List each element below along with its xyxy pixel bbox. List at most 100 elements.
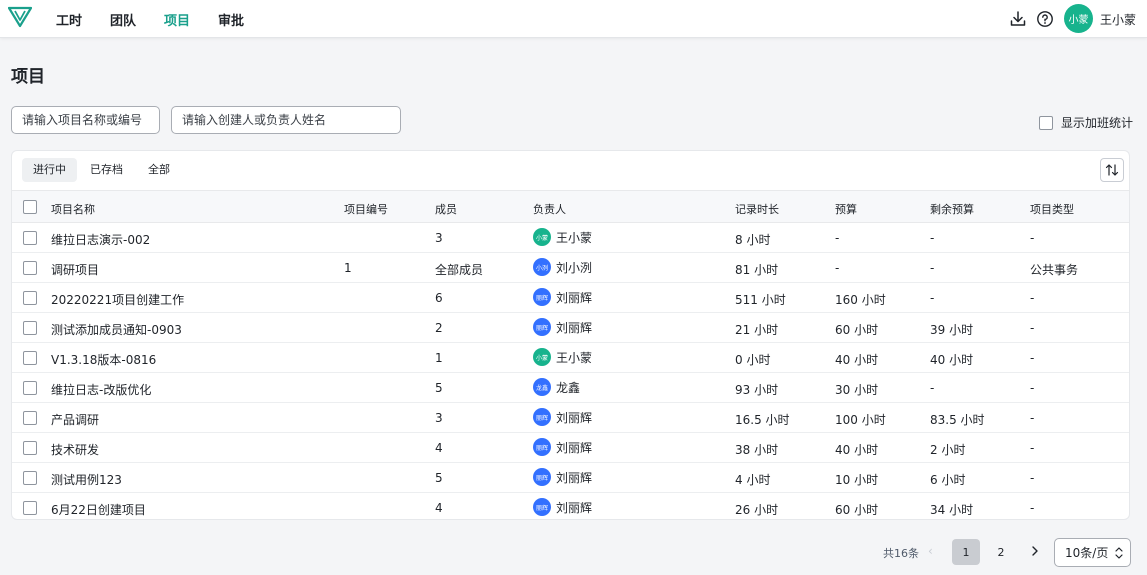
row-checkbox[interactable] — [23, 231, 37, 245]
sort-button[interactable] — [1100, 158, 1124, 182]
user-avatar[interactable]: 小蒙 — [1064, 4, 1093, 33]
table-row[interactable]: V1.3.18版本-0816 1 0 小时 40 小时 40 小时 - 小蒙 王小蒙 — [12, 343, 1129, 373]
page-button-1[interactable]: 1 — [952, 539, 980, 565]
next-page-icon[interactable] — [1028, 542, 1042, 560]
person-search-input[interactable] — [171, 106, 401, 134]
owner-name: 刘丽辉 — [556, 320, 593, 335]
cell-project-name[interactable]: 测试添加成员通知-0903 — [51, 321, 182, 338]
row-checkbox[interactable] — [23, 351, 37, 365]
overtime-checkbox[interactable] — [1039, 115, 1053, 130]
cell-project-name[interactable]: 20220221项目创建工作 — [51, 291, 184, 308]
page-size-value: 10条/页 — [1065, 546, 1109, 560]
cell-owner: 小蒙 王小蒙 — [533, 228, 592, 246]
cell-budget: 40 小时 — [835, 353, 879, 367]
header-members[interactable]: 成员 — [435, 201, 457, 217]
nav-item-projects[interactable]: 项目 — [164, 10, 190, 29]
project-search-input[interactable] — [11, 106, 160, 134]
help-icon[interactable] — [1036, 10, 1054, 28]
table-row[interactable]: 维拉日志-改版优化 5 93 小时 30 小时 - - 龙鑫 龙鑫 — [12, 373, 1129, 403]
table-row[interactable]: 测试添加成员通知-0903 2 21 小时 60 小时 39 小时 - 丽辉 刘丽辉 — [12, 313, 1129, 343]
cell-budget: 10 小时 — [835, 473, 879, 487]
cell-recorded-hours: 26 小时 — [735, 503, 779, 517]
owner-avatar: 丽辉 — [533, 288, 551, 306]
table-row[interactable]: 20220221项目创建工作 6 511 小时 160 小时 - - 丽辉 刘丽辉 — [12, 283, 1129, 313]
owner-avatar: 丽辉 — [533, 438, 551, 456]
cell-recorded-hours: 38 小时 — [735, 443, 779, 457]
table-row[interactable]: 6月22日创建项目 4 26 小时 60 小时 34 小时 - 丽辉 刘丽辉 — [12, 493, 1129, 519]
cell-project-code: 1 — [344, 261, 352, 275]
page-button-2[interactable]: 2 — [987, 539, 1015, 565]
owner-avatar: 丽辉 — [533, 468, 551, 486]
cell-project-type: - — [1030, 441, 1035, 455]
download-icon[interactable] — [1009, 10, 1027, 28]
overtime-label: 显示加班统计 — [1061, 116, 1134, 130]
cell-remaining-budget: 6 小时 — [930, 473, 966, 487]
cell-owner: 丽辉 刘丽辉 — [533, 498, 592, 516]
row-checkbox[interactable] — [23, 471, 37, 485]
row-checkbox[interactable] — [23, 321, 37, 335]
cell-members: 4 — [435, 441, 443, 455]
cell-members: 1 — [435, 351, 443, 365]
table-row[interactable]: 技术研发 4 38 小时 40 小时 2 小时 - 丽辉 刘丽辉 — [12, 433, 1129, 463]
page-size-select[interactable]: 10条/页 — [1054, 538, 1131, 567]
header-owner[interactable]: 负责人 — [533, 201, 566, 217]
row-checkbox[interactable] — [23, 291, 37, 305]
cell-project-name[interactable]: 技术研发 — [51, 441, 99, 458]
row-checkbox[interactable] — [23, 411, 37, 425]
top-navbar: 工时 团队 项目 审批 小蒙 王小蒙 — [0, 0, 1147, 38]
nav-item-team[interactable]: 团队 — [110, 10, 136, 29]
owner-avatar: 龙鑫 — [533, 378, 551, 396]
cell-budget: 160 小时 — [835, 293, 886, 307]
row-checkbox[interactable] — [23, 441, 37, 455]
prev-page-icon[interactable]: ‹ — [928, 544, 933, 558]
owner-name: 刘丽辉 — [556, 410, 593, 425]
cell-recorded-hours: 4 小时 — [735, 473, 771, 487]
cell-recorded-hours: 0 小时 — [735, 353, 771, 367]
select-all-checkbox[interactable] — [23, 200, 37, 214]
cell-project-name[interactable]: 维拉日志演示-002 — [51, 231, 150, 248]
cell-project-name[interactable]: 维拉日志-改版优化 — [51, 381, 151, 398]
owner-avatar: 丽辉 — [533, 498, 551, 516]
cell-project-name[interactable]: V1.3.18版本-0816 — [51, 351, 156, 368]
header-remaining-budget[interactable]: 剩余预算 — [930, 201, 974, 217]
user-name[interactable]: 王小蒙 — [1100, 11, 1136, 28]
cell-remaining-budget: - — [930, 261, 935, 275]
cell-recorded-hours: 511 小时 — [735, 293, 786, 307]
table-row[interactable]: 产品调研 3 16.5 小时 100 小时 83.5 小时 - 丽辉 刘丽辉 — [12, 403, 1129, 433]
nav-item-approval[interactable]: 审批 — [218, 10, 244, 29]
cell-owner: 丽辉 刘丽辉 — [533, 408, 592, 426]
cell-project-name[interactable]: 测试用例123 — [51, 471, 122, 488]
page-title: 项目 — [11, 67, 45, 87]
select-arrows-icon — [1115, 547, 1123, 559]
overtime-toggle[interactable]: 显示加班统计 — [1039, 114, 1133, 131]
cell-project-name[interactable]: 调研项目 — [51, 261, 99, 278]
cell-project-type: - — [1030, 321, 1035, 335]
header-budget[interactable]: 预算 — [835, 201, 857, 217]
table-row[interactable]: 调研项目 1 全部成员 81 小时 - - 公共事务 小洌 刘小洌 — [12, 253, 1129, 283]
nav-item-hours[interactable]: 工时 — [56, 10, 82, 29]
row-checkbox[interactable] — [23, 501, 37, 515]
cell-members: 5 — [435, 381, 443, 395]
cell-project-type: - — [1030, 291, 1035, 305]
cell-remaining-budget: - — [930, 231, 935, 245]
project-table-card: 进行中 已存档 全部 项目名称 项目编号 成员 负责人 记录时长 预算 剩余预算… — [11, 150, 1130, 520]
cell-project-name[interactable]: 6月22日创建项目 — [51, 501, 146, 518]
cell-remaining-budget: - — [930, 291, 935, 305]
row-checkbox[interactable] — [23, 261, 37, 275]
cell-members: 6 — [435, 291, 443, 305]
header-project-code[interactable]: 项目编号 — [344, 201, 388, 217]
header-recorded-hours[interactable]: 记录时长 — [735, 201, 779, 217]
tab-in-progress[interactable]: 进行中 — [22, 158, 77, 182]
tab-all[interactable]: 全部 — [137, 158, 181, 182]
owner-name: 龙鑫 — [556, 380, 581, 395]
cell-project-name[interactable]: 产品调研 — [51, 411, 99, 428]
header-project-name[interactable]: 项目名称 — [51, 201, 95, 217]
table-row[interactable]: 测试用例123 5 4 小时 10 小时 6 小时 - 丽辉 刘丽辉 — [12, 463, 1129, 493]
row-checkbox[interactable] — [23, 381, 37, 395]
tab-archived[interactable]: 已存档 — [79, 158, 134, 182]
cell-owner: 小蒙 王小蒙 — [533, 348, 592, 366]
owner-avatar: 丽辉 — [533, 318, 551, 336]
table-row[interactable]: 维拉日志演示-002 3 8 小时 - - - 小蒙 王小蒙 — [12, 223, 1129, 253]
header-project-type[interactable]: 项目类型 — [1030, 201, 1074, 217]
app-logo-icon[interactable] — [8, 6, 32, 28]
